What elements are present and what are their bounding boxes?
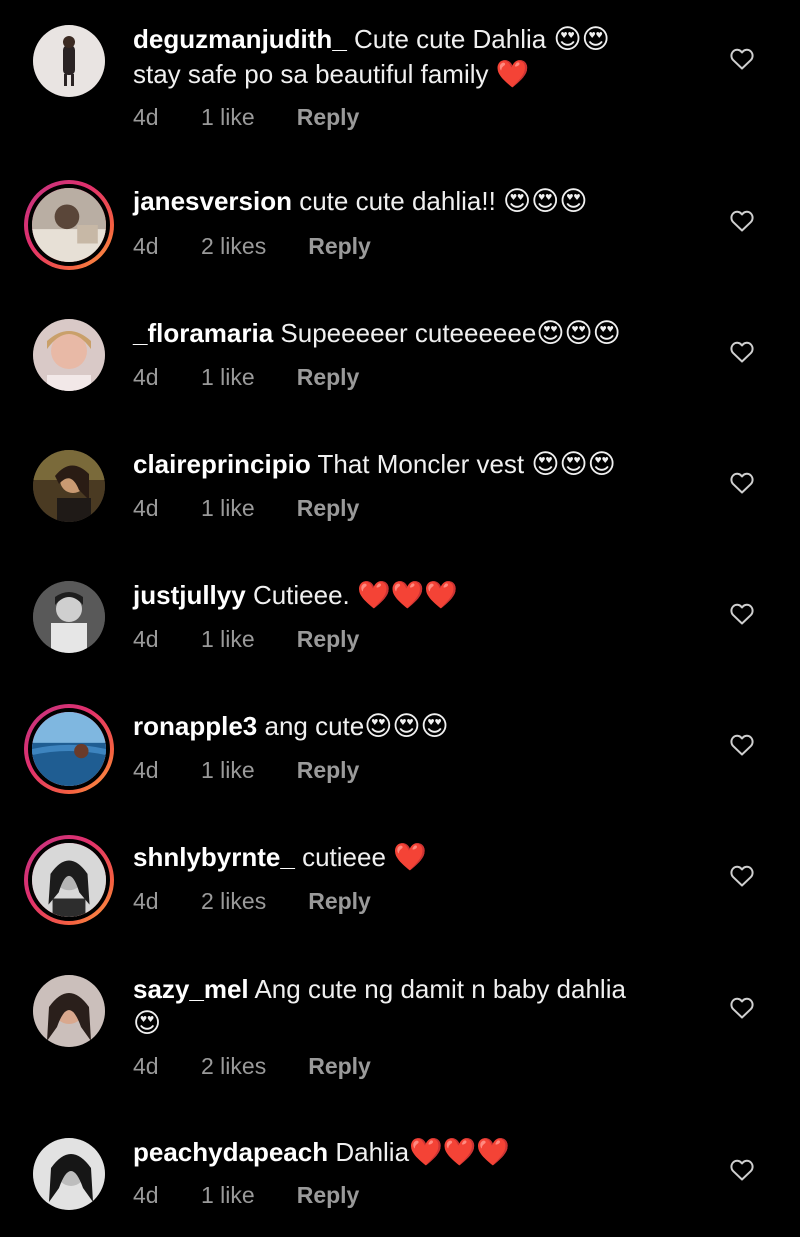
comment-username[interactable]: _floramaria bbox=[133, 318, 273, 348]
comment-username[interactable]: ronapple3 bbox=[133, 711, 257, 741]
comment-time: 4d bbox=[133, 233, 159, 259]
comment-likes[interactable]: 1 like bbox=[201, 104, 255, 131]
reply-button[interactable]: Reply bbox=[308, 233, 371, 260]
comment-time: 4d bbox=[133, 888, 159, 914]
red-heart-emoji: ❤️ bbox=[495, 59, 530, 90]
red-heart-emoji: ❤️ bbox=[393, 842, 427, 873]
comment-username[interactable]: shnlybyrnte_ bbox=[133, 842, 295, 872]
heart-eyes-emoji: 😍😍 bbox=[553, 24, 610, 55]
comment-likes[interactable]: 2 likes bbox=[201, 1053, 266, 1080]
heart-eyes-emoji: 😍😍😍 bbox=[364, 711, 449, 742]
profile-photo-icon bbox=[32, 712, 106, 786]
comment-text: Cute cute Dahlia bbox=[354, 24, 547, 54]
comment-likes[interactable]: 1 like bbox=[201, 757, 255, 784]
reply-button[interactable]: Reply bbox=[308, 1053, 371, 1080]
avatar[interactable] bbox=[33, 581, 105, 653]
red-heart-emoji: ❤️❤️❤️ bbox=[357, 580, 458, 611]
comment-time: 4d bbox=[133, 364, 159, 390]
like-heart-icon[interactable] bbox=[730, 1159, 754, 1181]
profile-photo-icon bbox=[33, 581, 105, 653]
profile-photo-icon bbox=[33, 975, 105, 1047]
heart-eyes-emoji: 😍😍😍 bbox=[503, 186, 588, 217]
comment-username[interactable]: peachydapeach bbox=[133, 1137, 328, 1167]
profile-photo-icon bbox=[32, 843, 106, 917]
comment-username[interactable]: janesversion bbox=[133, 186, 292, 216]
comment-likes[interactable]: 2 likes bbox=[201, 233, 266, 260]
red-heart-emoji: ❤️❤️❤️ bbox=[409, 1137, 510, 1168]
reply-button[interactable]: Reply bbox=[297, 626, 360, 653]
like-heart-icon[interactable] bbox=[730, 865, 754, 887]
comment-likes[interactable]: 1 like bbox=[201, 495, 255, 522]
comment-likes[interactable]: 1 like bbox=[201, 626, 255, 653]
like-heart-icon[interactable] bbox=[730, 210, 754, 232]
like-heart-icon[interactable] bbox=[730, 48, 754, 70]
reply-button[interactable]: Reply bbox=[297, 104, 360, 131]
profile-photo-icon bbox=[32, 188, 106, 262]
like-heart-icon[interactable] bbox=[730, 341, 754, 363]
profile-photo-icon bbox=[33, 450, 105, 522]
avatar[interactable] bbox=[24, 180, 114, 270]
avatar[interactable] bbox=[33, 319, 105, 391]
reply-button[interactable]: Reply bbox=[308, 888, 371, 915]
reply-button[interactable]: Reply bbox=[297, 364, 360, 391]
comment-likes[interactable]: 2 likes bbox=[201, 888, 266, 915]
comment-text: ang cute bbox=[264, 711, 365, 741]
comment-text-line2: stay safe po sa beautiful family bbox=[133, 59, 489, 89]
avatar[interactable] bbox=[24, 835, 114, 925]
avatar[interactable] bbox=[33, 25, 105, 97]
comment-username[interactable]: claireprincipio bbox=[133, 449, 311, 479]
like-heart-icon[interactable] bbox=[730, 603, 754, 625]
comment-time: 4d bbox=[133, 1182, 159, 1208]
comment-username[interactable]: sazy_mel bbox=[133, 974, 249, 1004]
comment-text: Supeeeeer cuteeeeee bbox=[280, 318, 537, 348]
comment-text: That Moncler vest bbox=[317, 449, 525, 479]
comment-likes[interactable]: 1 like bbox=[201, 1182, 255, 1209]
reply-button[interactable]: Reply bbox=[297, 495, 360, 522]
profile-photo-icon bbox=[33, 319, 105, 391]
comment-text: cutieee bbox=[302, 842, 386, 872]
comment-time: 4d bbox=[133, 495, 159, 521]
comment-username[interactable]: justjullyy bbox=[133, 580, 246, 610]
heart-eyes-emoji: 😍 bbox=[133, 1008, 162, 1039]
reply-button[interactable]: Reply bbox=[297, 1182, 360, 1209]
comment-time: 4d bbox=[133, 757, 159, 783]
like-heart-icon[interactable] bbox=[730, 472, 754, 494]
heart-eyes-emoji: 😍😍😍 bbox=[536, 318, 621, 349]
avatar[interactable] bbox=[24, 704, 114, 794]
comment-text: Ang cute ng damit n baby dahlia bbox=[254, 974, 626, 1004]
comment-username[interactable]: deguzmanjudith_ bbox=[133, 24, 347, 54]
comment-likes[interactable]: 1 like bbox=[201, 364, 255, 391]
profile-photo-icon bbox=[33, 1138, 105, 1210]
comment-text: Dahlia bbox=[335, 1137, 410, 1167]
reply-button[interactable]: Reply bbox=[297, 757, 360, 784]
like-heart-icon[interactable] bbox=[730, 734, 754, 756]
comment-text: Cutieee. bbox=[252, 580, 350, 610]
heart-eyes-emoji: 😍😍😍 bbox=[531, 449, 616, 480]
avatar[interactable] bbox=[33, 450, 105, 522]
comment-text: cute cute dahlia!! bbox=[299, 186, 496, 216]
comment-time: 4d bbox=[133, 626, 159, 652]
avatar[interactable] bbox=[33, 1138, 105, 1210]
avatar[interactable] bbox=[33, 975, 105, 1047]
like-heart-icon[interactable] bbox=[730, 997, 754, 1019]
comment-time: 4d bbox=[133, 104, 159, 130]
comment-time: 4d bbox=[133, 1053, 159, 1079]
profile-photo-icon bbox=[33, 25, 105, 97]
